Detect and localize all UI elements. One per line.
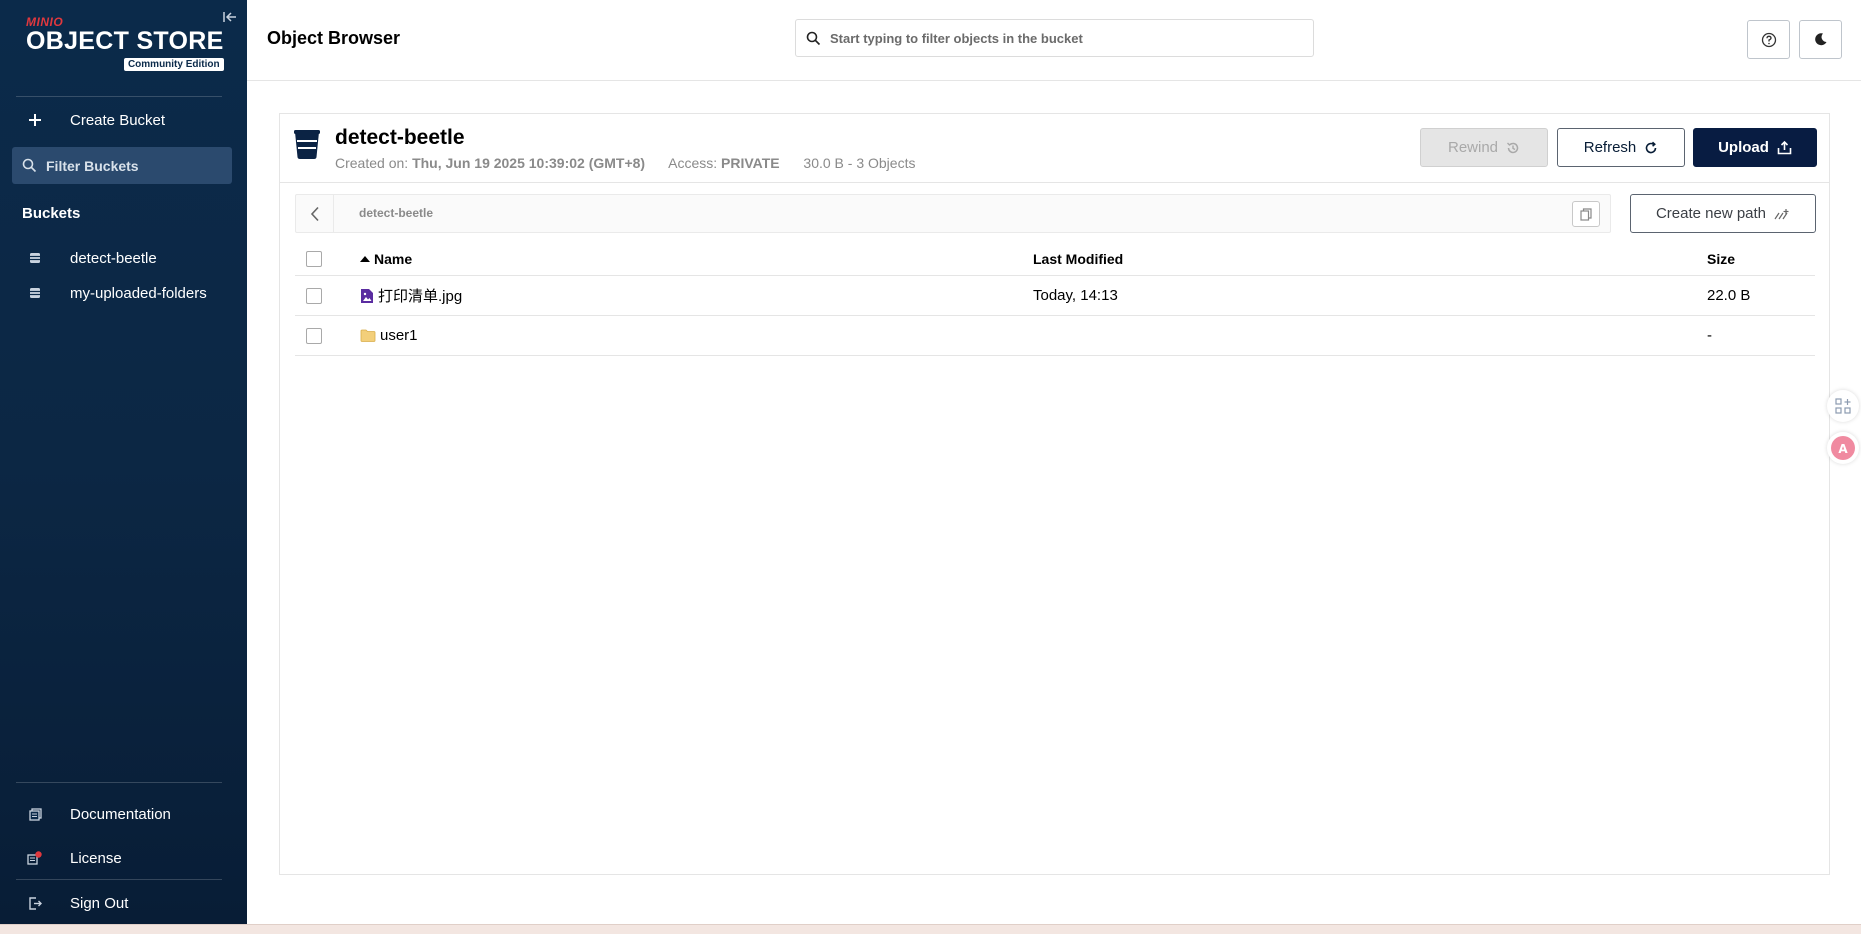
license-label: License (70, 849, 122, 867)
license-icon (0, 851, 70, 865)
search-icon (22, 158, 37, 173)
page-title: Object Browser (267, 28, 401, 48)
sign-out-icon (0, 896, 70, 910)
create-new-path-label: Create new path (1655, 205, 1767, 222)
bucket-panel: detect-beetle Created on: Thu, Jun 19 20… (279, 113, 1830, 875)
filter-buckets-placeholder: Filter Buckets (46, 157, 139, 174)
bucket-header: detect-beetle Created on: Thu, Jun 19 20… (280, 114, 1829, 183)
bucket-name: detect-beetle (335, 126, 465, 149)
sidebar-divider (16, 879, 222, 880)
rewind-button[interactable]: Rewind (1420, 128, 1548, 167)
help-icon (1761, 32, 1776, 47)
column-last-modified[interactable]: Last Modified (1033, 242, 1123, 275)
create-bucket-label: Create Bucket (70, 111, 166, 129)
floating-widget: A (1825, 386, 1861, 466)
object-search-field[interactable] (795, 19, 1314, 57)
moon-icon (1815, 33, 1827, 46)
bucket-label: my-uploaded-folders (70, 284, 207, 302)
filter-buckets-input[interactable]: Filter Buckets (12, 147, 232, 184)
refresh-label: Refresh (1583, 139, 1637, 156)
table-header: Name Last Modified Size (295, 242, 1815, 276)
chevron-left-icon (310, 206, 319, 221)
upload-label: Upload (1718, 139, 1769, 156)
upload-icon (1777, 140, 1792, 155)
history-icon (1507, 142, 1519, 153)
table-row[interactable]: user1 - (295, 316, 1815, 356)
bottom-strip (0, 924, 1861, 934)
created-value: Thu, Jun 19 2025 10:39:02 (GMT+8) (412, 155, 646, 171)
image-file-icon (361, 288, 373, 303)
object-search-input[interactable] (830, 30, 1300, 46)
dark-mode-toggle[interactable] (1799, 20, 1842, 59)
translate-icon: A (1831, 436, 1855, 460)
bucket-icon (292, 128, 322, 165)
rewind-label: Rewind (1447, 139, 1499, 156)
documentation-link[interactable]: Documentation (0, 799, 247, 829)
column-name[interactable]: Name (360, 242, 412, 275)
column-name-label: Name (374, 250, 413, 267)
object-size: 22.0 B (1707, 287, 1751, 304)
row-checkbox[interactable] (306, 327, 322, 344)
collapse-sidebar-icon[interactable] (221, 9, 239, 27)
access-value: PRIVATE (721, 155, 780, 171)
logo-edition: Community Edition (123, 58, 224, 71)
top-bar: Object Browser (247, 0, 1861, 81)
buckets-section-title: Buckets (22, 205, 81, 222)
apps-icon (1835, 398, 1851, 414)
copy-icon (1580, 207, 1592, 221)
logo-product: OBJECT STORE (26, 27, 224, 55)
sidebar: MINIO OBJECT STORE Community Edition Cre… (0, 0, 247, 924)
row-checkbox[interactable] (306, 287, 322, 304)
sidebar-divider (16, 96, 222, 97)
new-path-icon (1774, 208, 1789, 219)
license-link[interactable]: License (0, 843, 247, 873)
upload-button[interactable]: Upload (1693, 128, 1817, 167)
bucket-icon (0, 287, 70, 299)
documentation-label: Documentation (70, 805, 171, 823)
documentation-icon (0, 807, 70, 821)
bucket-label: detect-beetle (70, 249, 157, 267)
object-name: 打印清单.jpg (378, 288, 463, 305)
help-button[interactable] (1747, 20, 1790, 59)
sign-out-button[interactable]: Sign Out (0, 888, 247, 918)
plus-icon (0, 113, 70, 127)
refresh-button[interactable]: Refresh (1557, 128, 1685, 167)
copy-path-button[interactable] (1572, 201, 1600, 227)
bucket-icon (0, 252, 70, 264)
access-label: Access: (668, 155, 718, 171)
back-button[interactable] (296, 195, 334, 232)
search-icon (806, 31, 821, 45)
object-modified: Today, 14:13 (1033, 287, 1118, 304)
create-bucket-button[interactable]: Create Bucket (0, 105, 247, 135)
bucket-meta: Created on: Thu, Jun 19 2025 10:39:02 (G… (335, 155, 915, 171)
column-size[interactable]: Size (1707, 242, 1735, 275)
select-all-checkbox[interactable] (306, 250, 322, 267)
minio-logo: MINIO OBJECT STORE Community Edition (26, 15, 224, 71)
sidebar-bucket-detect-beetle[interactable]: detect-beetle (0, 244, 247, 272)
create-new-path-button[interactable]: Create new path (1630, 194, 1816, 233)
translate-widget-button[interactable]: A (1827, 432, 1859, 464)
sign-out-label: Sign Out (70, 894, 129, 912)
refresh-icon (1645, 141, 1657, 153)
objects-table: Name Last Modified Size 打印清单.jpg Today, … (295, 242, 1815, 356)
apps-widget-button[interactable] (1827, 390, 1859, 422)
folder-icon (360, 329, 376, 342)
object-size: - (1707, 327, 1712, 344)
sort-ascending-icon (360, 255, 370, 262)
sidebar-bucket-my-uploaded-folders[interactable]: my-uploaded-folders (0, 279, 247, 307)
svg-text:A: A (1838, 442, 1848, 456)
breadcrumb-path[interactable]: detect-beetle (359, 206, 433, 220)
bucket-summary: 30.0 B - 3 Objects (803, 155, 916, 171)
breadcrumb: detect-beetle (295, 194, 1611, 233)
table-row[interactable]: 打印清单.jpg Today, 14:13 22.0 B (295, 276, 1815, 316)
created-label: Created on: (335, 155, 409, 171)
object-name: user1 (380, 327, 418, 344)
sidebar-divider (16, 782, 222, 783)
